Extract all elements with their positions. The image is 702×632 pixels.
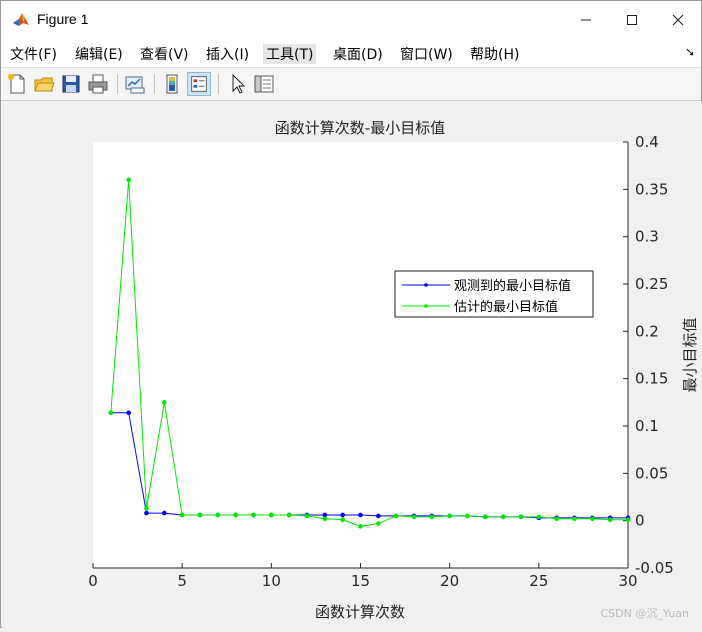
figure-toolbar: [1, 68, 701, 101]
data-point: [483, 514, 488, 520]
minimize-icon: [581, 19, 591, 21]
minimize-button[interactable]: [563, 1, 609, 39]
insert-colorbar-icon[interactable]: [160, 72, 184, 96]
watermark: CSDN @沉_Yuan: [600, 607, 690, 620]
toolbar-separator: [218, 74, 219, 94]
edit-plot-pointer-icon[interactable]: [225, 72, 249, 96]
save-icon[interactable]: [59, 72, 83, 96]
y-tick-label: 0.3: [635, 228, 659, 246]
data-point: [411, 514, 417, 520]
y-tick-label: 0.35: [635, 180, 668, 198]
y-axis-label: 最小目标值: [681, 317, 699, 392]
legend-label: 观测到的最小目标值: [454, 278, 571, 294]
menu-tools[interactable]: 工具(T): [263, 44, 317, 64]
property-inspector-icon[interactable]: [252, 72, 276, 96]
new-figure-icon[interactable]: [5, 72, 29, 96]
menu-file[interactable]: 文件(F): [10, 44, 57, 64]
data-point: [322, 512, 328, 518]
data-point: [447, 513, 452, 519]
menu-desktop[interactable]: 桌面(D): [333, 44, 383, 64]
figure-window: Figure 1 文件(F) 编辑(E) 查看(V) 插入(I) 工具(T) 桌…: [0, 0, 702, 628]
chart-title: 函数计算次数-最小目标值: [275, 119, 445, 137]
link-plot-icon[interactable]: [123, 72, 147, 96]
menu-insert[interactable]: 插入(I): [206, 44, 249, 64]
line-chart: 函数计算次数-最小目标值 函数计算次数 最小目标值 0 5 10 15 20 25 30-0…: [88, 119, 699, 621]
maximize-icon: [627, 15, 637, 25]
x-axis-label: 函数计算次数: [315, 603, 405, 621]
y-tick-label: 0: [635, 512, 645, 530]
data-point: [572, 516, 577, 522]
data-point: [376, 521, 381, 526]
open-file-icon[interactable]: [32, 72, 56, 96]
data-point: [162, 400, 167, 405]
data-point: [179, 512, 185, 518]
data-point: [500, 514, 506, 520]
menu-window[interactable]: 窗口(W): [400, 44, 453, 64]
data-point: [251, 512, 256, 518]
data-point: [393, 513, 399, 519]
data-point: [376, 513, 381, 519]
data-point: [590, 516, 595, 522]
maximize-button[interactable]: [609, 1, 655, 39]
menu-bar: 文件(F) 编辑(E) 查看(V) 插入(I) 工具(T) 桌面(D) 窗口(W…: [1, 39, 701, 68]
plot-area: [93, 142, 628, 568]
data-point: [144, 510, 149, 516]
y-tick-label: -0.05: [635, 559, 674, 577]
data-point: [358, 524, 363, 529]
chart-legend[interactable]: 观测到的最小目标值估计的最小目标值: [394, 270, 594, 318]
matlab-logo-icon: [11, 10, 31, 30]
x-tick-label: 20: [440, 572, 459, 590]
toolbar-separator: [154, 74, 155, 94]
menu-help[interactable]: 帮助(H): [470, 44, 519, 64]
data-point: [144, 506, 149, 511]
dock-arrow-icon[interactable]: ➘: [685, 45, 695, 59]
data-point: [536, 514, 542, 520]
y-tick-label: 0.05: [635, 464, 668, 482]
close-button[interactable]: [655, 1, 701, 39]
insert-legend-icon[interactable]: [187, 72, 211, 96]
data-point: [340, 517, 345, 523]
data-point: [429, 514, 435, 520]
data-point: [269, 512, 274, 518]
toolbar-separator: [117, 74, 118, 94]
data-point: [465, 513, 470, 519]
data-point: [607, 517, 613, 523]
menu-edit[interactable]: 编辑(E): [75, 44, 123, 64]
legend-marker: [424, 304, 428, 308]
x-tick-label: 5: [177, 572, 187, 590]
data-point: [358, 512, 363, 518]
data-point: [215, 512, 221, 518]
data-point: [518, 514, 524, 520]
y-tick-label: 0.25: [635, 275, 668, 293]
data-point: [108, 410, 114, 416]
data-point: [322, 516, 328, 522]
x-tick-label: 25: [529, 572, 548, 590]
x-tick-label: 15: [351, 572, 370, 590]
menu-view[interactable]: 查看(V): [140, 44, 189, 64]
data-point: [286, 512, 292, 518]
legend-marker: [424, 283, 428, 287]
x-tick-label: 0: [88, 572, 98, 590]
data-point: [126, 177, 131, 183]
y-tick-label: 0.4: [635, 133, 659, 151]
print-icon[interactable]: [86, 72, 110, 96]
y-tick-label: 0.15: [635, 370, 668, 388]
title-bar[interactable]: Figure 1: [1, 1, 701, 39]
close-icon: [672, 14, 684, 26]
data-point: [197, 512, 203, 518]
data-point: [233, 512, 238, 518]
window-title: Figure 1: [37, 11, 89, 27]
data-point: [554, 516, 559, 522]
figure-canvas: 函数计算次数-最小目标值 函数计算次数 最小目标值 0 5 10 15 20 25 30 -0…: [2, 101, 702, 628]
data-point: [162, 510, 167, 516]
data-point: [304, 513, 310, 519]
data-point: [625, 517, 631, 523]
data-point: [340, 512, 345, 518]
data-point: [126, 410, 131, 416]
y-tick-label: 0.1: [635, 417, 659, 435]
y-tick-label: 0.2: [635, 322, 659, 340]
legend-label: 估计的最小目标值: [454, 299, 558, 315]
x-tick-label: 10: [262, 572, 281, 590]
